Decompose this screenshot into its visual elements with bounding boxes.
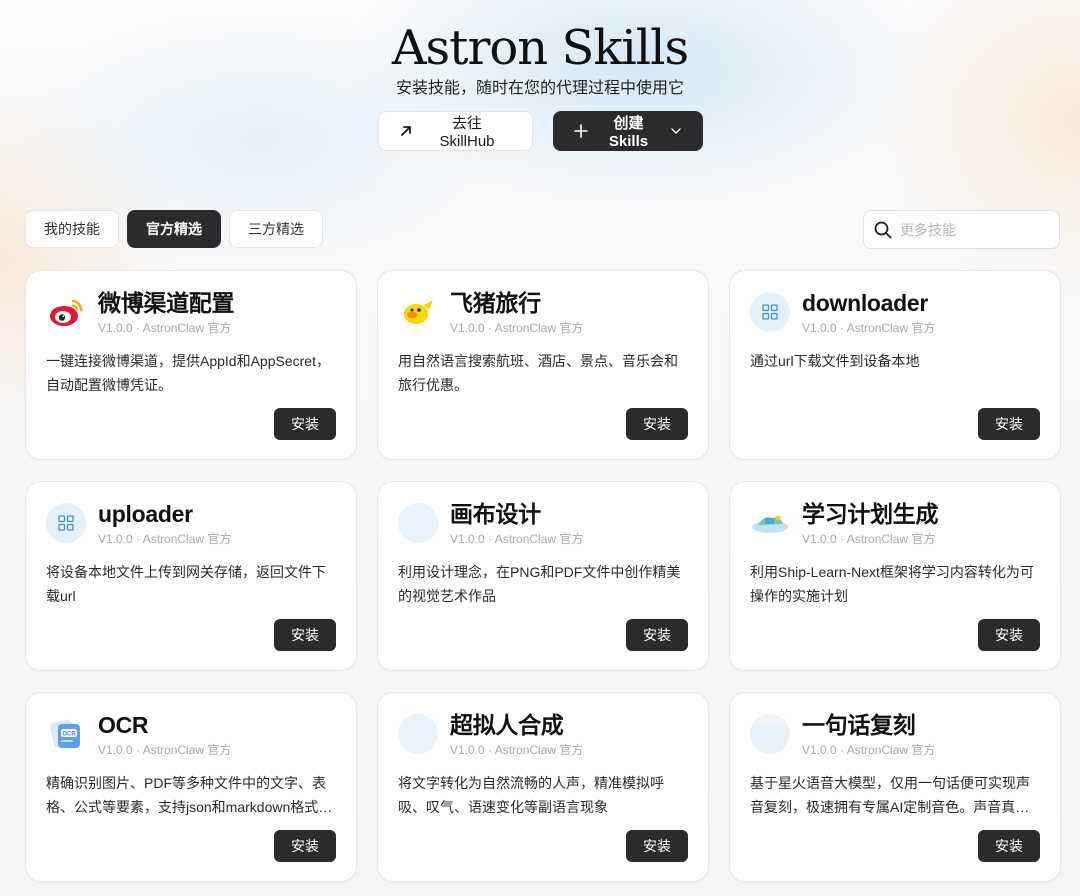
weibo-icon [46, 292, 86, 332]
skill-meta: V1.0.0 · AstronClaw 官方 [98, 532, 232, 546]
tab-official-picks[interactable]: 官方精选 [127, 210, 221, 248]
skill-card: 飞猪旅行 V1.0.0 · AstronClaw 官方 用自然语言搜索航班、酒店… [377, 270, 709, 460]
install-button[interactable]: 安装 [626, 619, 688, 651]
skill-meta: V1.0.0 · AstronClaw 官方 [450, 321, 584, 335]
skill-title: 飞猪旅行 [450, 290, 541, 316]
skill-description: 一键连接微博渠道，提供AppId和AppSecret，自动配置微博凭证。 [46, 353, 330, 393]
ocr-icon: OCR [46, 714, 86, 754]
skill-description: 将设备本地文件上传到网关存储，返回文件下载url [46, 564, 326, 604]
search-box[interactable] [863, 210, 1060, 249]
install-button[interactable]: 安装 [626, 408, 688, 440]
skill-card: 学习计划生成 V1.0.0 · AstronClaw 官方 利用Ship-Lea… [729, 481, 1061, 671]
skill-tabs: 我的技能 官方精选 三方精选 [25, 210, 323, 248]
skill-title: uploader [98, 501, 193, 527]
canvas-icon [398, 503, 438, 543]
skill-card: 一句话复刻 V1.0.0 · AstronClaw 官方 基于星火语音大模型，仅… [729, 692, 1061, 882]
tab-my-skills[interactable]: 我的技能 [25, 210, 119, 248]
skill-description: 精确识别图片、PDF等多种文件中的文字、表格、公式等要素，支持json和mark… [46, 775, 333, 815]
install-button[interactable]: 安装 [274, 619, 336, 651]
skill-title: downloader [802, 290, 929, 316]
install-button[interactable]: 安装 [274, 830, 336, 862]
skill-title: 超拟人合成 [450, 712, 564, 738]
skill-description: 利用设计理念，在PNG和PDF文件中创作精美的视觉艺术作品 [398, 564, 681, 604]
voice-clone-icon [750, 714, 790, 754]
arrow-up-right-icon [399, 124, 413, 138]
skill-description: 用自然语言搜索航班、酒店、景点、音乐会和旅行优惠。 [398, 353, 678, 393]
page-subtitle: 安装技能，随时在您的代理过程中使用它 [395, 80, 684, 97]
grid-icon [750, 292, 790, 332]
skill-title: OCR [98, 712, 149, 738]
install-button[interactable]: 安装 [274, 408, 336, 440]
tab-label: 三方精选 [248, 221, 304, 237]
skill-card: OCR OCR V1.0.0 · AstronClaw 官方 精确识别图片、PD… [25, 692, 357, 882]
tab-label: 我的技能 [44, 221, 100, 237]
skill-card: 画布设计 V1.0.0 · AstronClaw 官方 利用设计理念，在PNG和… [377, 481, 709, 671]
skill-meta: V1.0.0 · AstronClaw 官方 [450, 532, 584, 546]
hero-actions: 去往 SkillHub 创建 Skills [0, 111, 1080, 151]
skill-title: 画布设计 [450, 501, 541, 527]
skill-card: 微博渠道配置 V1.0.0 · AstronClaw 官方 一键连接微博渠道，提… [25, 270, 357, 460]
skill-description: 通过url下载文件到设备本地 [750, 353, 920, 369]
install-button[interactable]: 安装 [626, 830, 688, 862]
install-button[interactable]: 安装 [978, 619, 1040, 651]
skill-meta: V1.0.0 · AstronClaw 官方 [802, 321, 936, 335]
skill-card-grid: 微博渠道配置 V1.0.0 · AstronClaw 官方 一键连接微博渠道，提… [25, 270, 1061, 882]
search-input[interactable] [898, 220, 1052, 239]
create-skills-button[interactable]: 创建 Skills [552, 111, 703, 151]
page-title: Astron Skills [391, 20, 689, 76]
install-button[interactable]: 安装 [978, 408, 1040, 440]
skill-description: 将文字转化为自然流畅的人声，精准模拟呼吸、叹气、语速变化等副语言现象 [398, 775, 664, 815]
tab-label: 官方精选 [146, 221, 202, 237]
plus-icon [573, 124, 588, 138]
skills-page: Astron Skills 安装技能，随时在您的代理过程中使用它 去往 Skil… [0, 0, 1080, 896]
go-skillhub-label: 去往 SkillHub [439, 115, 495, 150]
create-skills-label: 创建 Skills [608, 115, 649, 150]
search-icon [874, 221, 892, 239]
skill-card: downloader V1.0.0 · AstronClaw 官方 通过url下… [729, 270, 1061, 460]
skill-description: 基于星火语音大模型，仅用一句话便可实现声音复刻，极速拥有专属AI定制音色。声音真… [750, 775, 1030, 815]
skill-meta: V1.0.0 · AstronClaw 官方 [98, 321, 232, 335]
install-button[interactable]: 安装 [978, 830, 1040, 862]
skill-title: 微博渠道配置 [98, 290, 235, 316]
skill-meta: V1.0.0 · AstronClaw 官方 [802, 743, 936, 757]
grid-icon [46, 503, 86, 543]
go-skillhub-button[interactable]: 去往 SkillHub [377, 111, 533, 151]
svg-text:OCR: OCR [62, 732, 76, 738]
tab-third-party-picks[interactable]: 三方精选 [229, 210, 323, 248]
skill-title: 学习计划生成 [802, 501, 939, 527]
fliggy-icon [398, 292, 438, 332]
skill-title: 一句话复刻 [802, 712, 916, 738]
skill-meta: V1.0.0 · AstronClaw 官方 [450, 743, 584, 757]
skill-card: uploader V1.0.0 · AstronClaw 官方 将设备本地文件上… [25, 481, 357, 671]
skill-meta: V1.0.0 · AstronClaw 官方 [802, 532, 936, 546]
chevron-down-icon [670, 124, 682, 138]
skill-card: 超拟人合成 V1.0.0 · AstronClaw 官方 将文字转化为自然流畅的… [377, 692, 709, 882]
skill-meta: V1.0.0 · AstronClaw 官方 [98, 743, 232, 757]
voice-icon [398, 714, 438, 754]
island-icon [750, 503, 790, 543]
skill-description: 利用Ship-Learn-Next框架将学习内容转化为可操作的实施计划 [750, 564, 1034, 604]
